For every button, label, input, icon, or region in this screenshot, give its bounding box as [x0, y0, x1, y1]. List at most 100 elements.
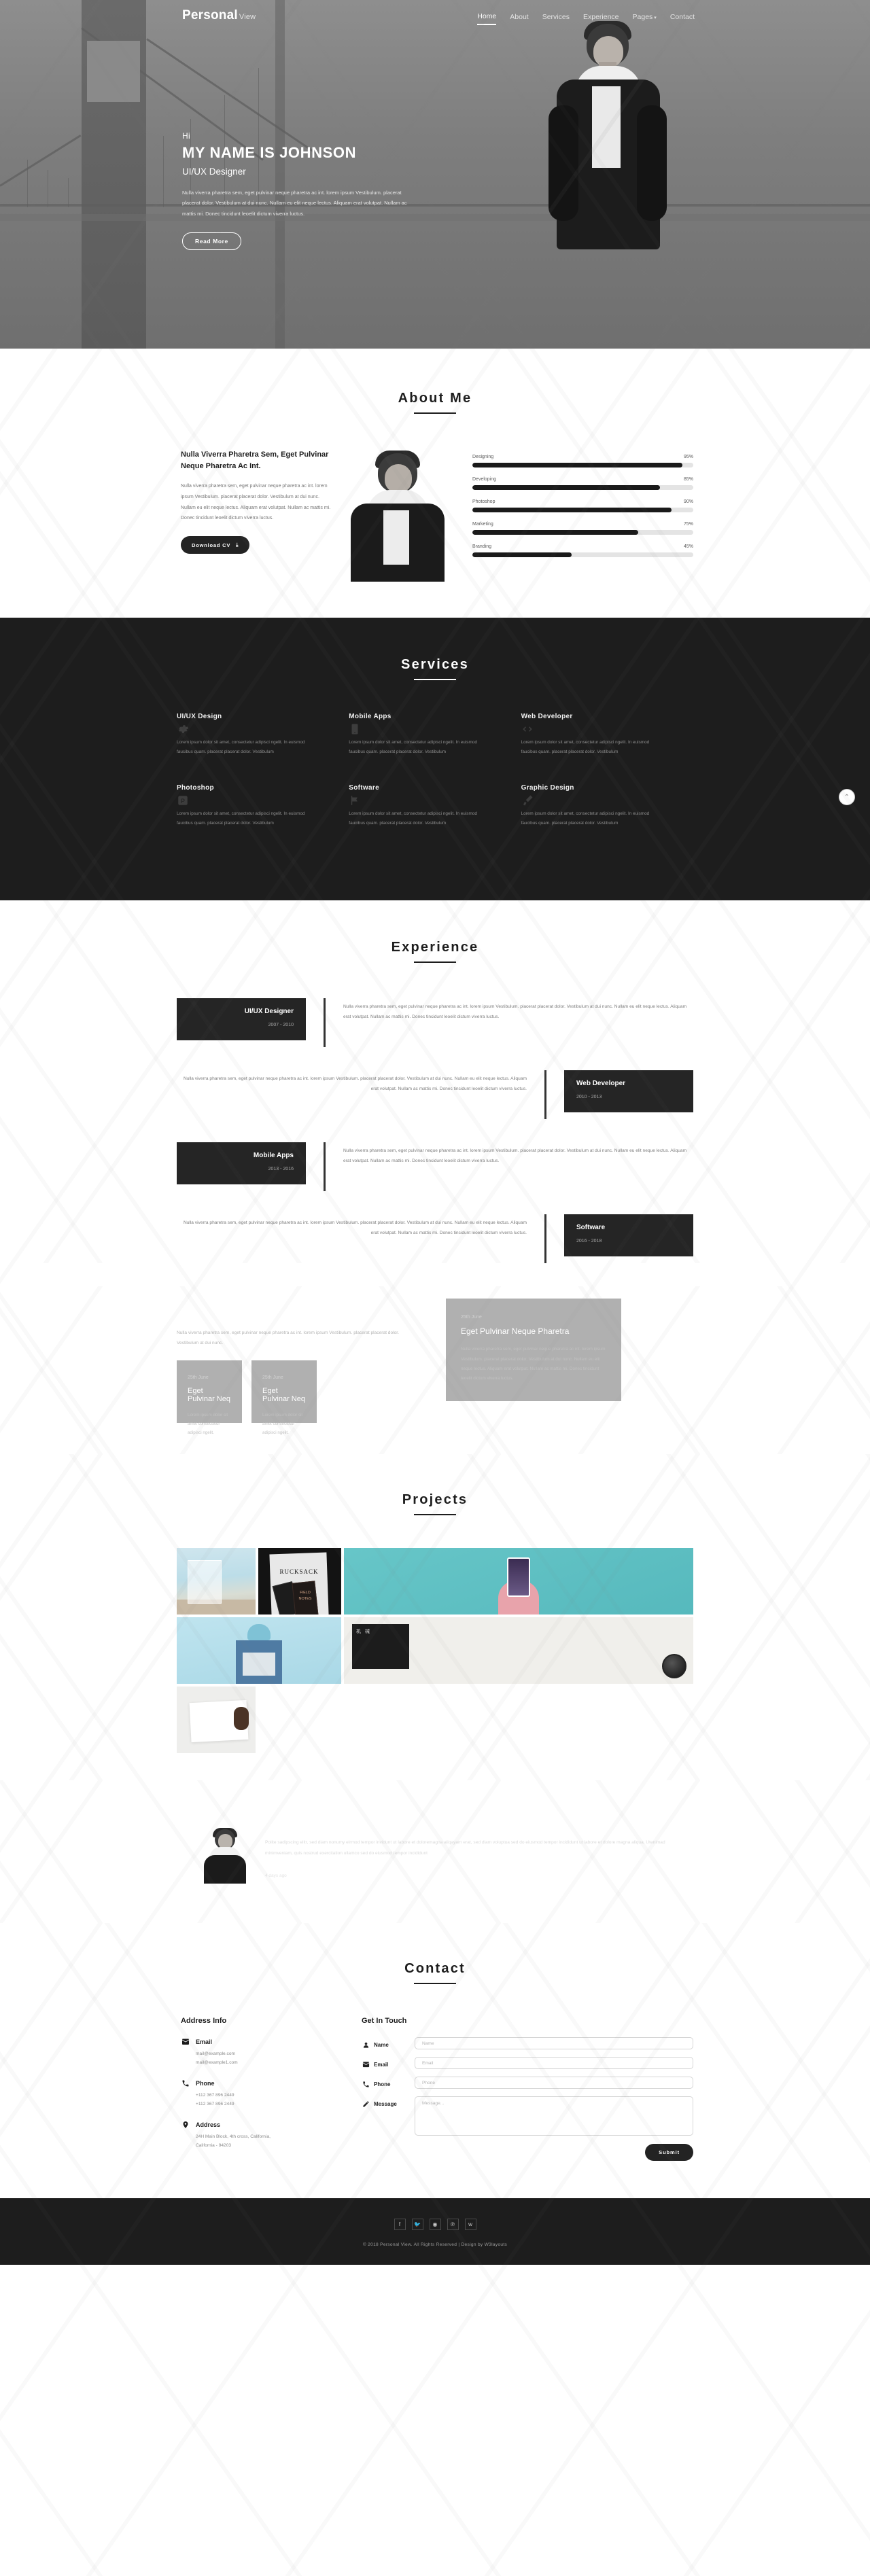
service-title: Software	[349, 784, 379, 792]
blog-card-title: Eget Pulvinar Neq	[188, 1387, 230, 1404]
testimonial-block: Polite sadipscing elitr, sed diam nonumy…	[177, 1828, 693, 1884]
contact-email-header: Email	[181, 2037, 347, 2046]
blog-lead-text: Nulla viverra pharetra sem, eget pulvina…	[177, 1330, 399, 1345]
form-row-email: Email	[362, 2057, 693, 2070]
pinterest-icon[interactable]: ℗	[447, 2219, 459, 2231]
hand-shape	[234, 1707, 249, 1731]
project-thumb-phone-poster[interactable]	[344, 1548, 693, 1615]
nav-item-services[interactable]: Services	[542, 13, 570, 24]
held-poster	[243, 1653, 275, 1676]
skill-fill	[472, 552, 572, 557]
title-underline	[414, 679, 456, 680]
service-card-software[interactable]: Software Lorem ipsum dolor sit amet, con…	[349, 784, 521, 828]
project-thumb-rucksack[interactable]: RUCKSACK FIELD NOTES	[258, 1548, 341, 1615]
skill-percent: 95%	[683, 455, 693, 459]
social-links: f 🐦 ◉ ℗ ᴡ	[0, 2219, 870, 2231]
site-header: Personal View Home About Services Experie…	[0, 0, 870, 25]
blog-card[interactable]: 25th June Eget Pulvinar Neq Lorem ipsum …	[177, 1360, 242, 1435]
download-cv-label: Download CV	[192, 542, 231, 548]
main-navigation: Home About Services Experience Pages ▾ Co…	[477, 12, 695, 25]
skill-track	[472, 463, 693, 467]
timeline-text: Nulla viverra pharetra sem, eget pulvina…	[183, 1076, 527, 1092]
projects-title: Projects	[177, 1492, 693, 1516]
project-thumb-beach-frame[interactable]	[177, 1548, 256, 1615]
service-text: Lorem ipsum dolor sit amet, consectetur …	[349, 740, 477, 755]
submit-button[interactable]: Submit	[645, 2144, 693, 2162]
contact-phone-label: Phone	[196, 2079, 215, 2087]
photoshop-icon: P	[177, 794, 189, 807]
blog-feature-card[interactable]: 25th June Eget Pulvinar Neque Pharetra N…	[446, 1299, 621, 1401]
service-title: Graphic Design	[521, 784, 574, 792]
blog-card[interactable]: 25th June Eget Pulvinar Neq Lorem ipsum …	[251, 1360, 317, 1435]
service-text: Lorem ipsum dolor sit amet, consectetur …	[521, 811, 650, 826]
poster-frame	[188, 1560, 222, 1604]
service-card-photoshop[interactable]: Photoshop P Lorem ipsum dolor sit amet, …	[177, 784, 349, 828]
experience-timeline: UI/UX Designer 2007 - 2010 Nulla viverra…	[177, 998, 693, 1264]
hero-role: UI/UX Designer	[182, 166, 246, 177]
dribbble-icon[interactable]: ◉	[429, 2219, 441, 2231]
twitter-icon[interactable]: 🐦	[411, 2219, 423, 2231]
project-thumb-camera-book[interactable]: 机 械	[344, 1617, 693, 1684]
vk-icon[interactable]: ᴡ	[464, 2219, 476, 2231]
service-card-mobile-apps[interactable]: Mobile Apps Lorem ipsum dolor sit amet, …	[349, 713, 521, 757]
download-cv-button[interactable]: Download CV ⤓	[181, 536, 250, 554]
service-card-uiux[interactable]: UI/UX Design Lorem ipsum dolor sit amet,…	[177, 713, 349, 757]
service-card-web-developer[interactable]: Web Developer Lorem ipsum dolor sit amet…	[521, 713, 693, 757]
read-more-button[interactable]: Read More	[182, 232, 241, 251]
gear-icon	[177, 723, 189, 735]
contact-email-block: Email mail@example.com mail@example1.com	[181, 2037, 347, 2067]
timeline-role: Mobile Apps	[253, 1152, 294, 1160]
about-title: About Me	[177, 391, 693, 414]
nav-item-experience[interactable]: Experience	[583, 13, 619, 24]
blog-card-date: 25th June	[188, 1375, 209, 1381]
timeline-card[interactable]: Web Developer 2010 - 2013	[564, 1070, 693, 1113]
email-field-label: Email	[362, 2057, 415, 2068]
site-footer: f 🐦 ◉ ℗ ᴡ © 2018 Personal View. All Righ…	[0, 0, 870, 2576]
field-notes-label: FIELD NOTES	[298, 1591, 312, 1601]
skill-track	[472, 552, 693, 557]
skill-track	[472, 530, 693, 535]
form-row-message: Message	[362, 2096, 693, 2136]
project-thumb-open-book[interactable]	[177, 1687, 256, 1754]
phone-device	[507, 1557, 530, 1598]
phone-input[interactable]	[415, 2077, 693, 2089]
service-text: Lorem ipsum dolor sit amet, consectetur …	[521, 740, 650, 755]
timeline-card[interactable]: UI/UX Designer 2007 - 2010	[177, 998, 306, 1041]
timeline-card[interactable]: Mobile Apps 2013 - 2016	[177, 1142, 306, 1185]
service-title: Web Developer	[521, 713, 573, 720]
skill-track	[472, 508, 693, 512]
service-card-graphic-design[interactable]: Graphic Design Lorem ipsum dolor sit ame…	[521, 784, 693, 828]
blog-small-cards: 25th June Eget Pulvinar Neq Lorem ipsum …	[177, 1360, 435, 1435]
bridge-cable	[0, 135, 82, 187]
nav-item-about[interactable]: About	[510, 13, 528, 24]
about-section: ⌃ About Me Nulla Viverra Pharetra Sem, E…	[0, 349, 870, 805]
site-logo[interactable]: Personal View	[182, 8, 256, 23]
experience-title: Experience	[177, 940, 693, 964]
email-input[interactable]	[415, 2057, 693, 2070]
project-thumb-denim[interactable]	[177, 1617, 341, 1684]
scroll-to-top-button[interactable]: ⌃	[839, 789, 855, 805]
facebook-icon[interactable]: f	[394, 2219, 406, 2231]
nav-item-contact[interactable]: Contact	[670, 13, 695, 24]
beanie-hat	[247, 1624, 271, 1641]
about-paragraph: Nulla viverra pharetra sem, eget pulvina…	[181, 484, 331, 521]
timeline-card[interactable]: Software 2016 - 2018	[564, 1214, 693, 1257]
copyright-text: © 2018 Personal View. All Rights Reserve…	[362, 2242, 508, 2248]
blog-left-column: Nulla viverra pharetra sem, eget pulvina…	[177, 1328, 435, 1435]
name-input[interactable]	[415, 2037, 693, 2050]
service-text: Lorem ipsum dolor sit amet, consectetur …	[177, 740, 305, 755]
user-icon	[362, 2041, 370, 2049]
nav-item-pages[interactable]: Pages ▾	[633, 13, 657, 24]
experience-section: Experience UI/UX Designer 2007 - 2010 Nu…	[0, 900, 870, 1264]
contact-section: Contact Address Info Email mail@example.…	[0, 1923, 870, 2199]
hero-text-block: Hi MY NAME IS JOHNSON UI/UX Designer Nul…	[182, 131, 454, 251]
timeline-text: Nulla viverra pharetra sem, eget pulvina…	[183, 1220, 527, 1236]
skill-name: Developing	[472, 477, 497, 482]
skill-name: Designing	[472, 455, 494, 459]
message-input[interactable]	[415, 2096, 693, 2136]
blog-feature-text: Nulla viverra pharetra sem, eget pulvina…	[461, 1347, 606, 1381]
testimonial-content: Polite sadipscing elitr, sed diam nonumy…	[265, 1828, 693, 1877]
blog-card-date: 25th June	[262, 1375, 283, 1381]
timeline-row: Nulla viverra pharetra sem, eget pulvina…	[177, 1214, 693, 1264]
nav-item-home[interactable]: Home	[477, 12, 497, 25]
